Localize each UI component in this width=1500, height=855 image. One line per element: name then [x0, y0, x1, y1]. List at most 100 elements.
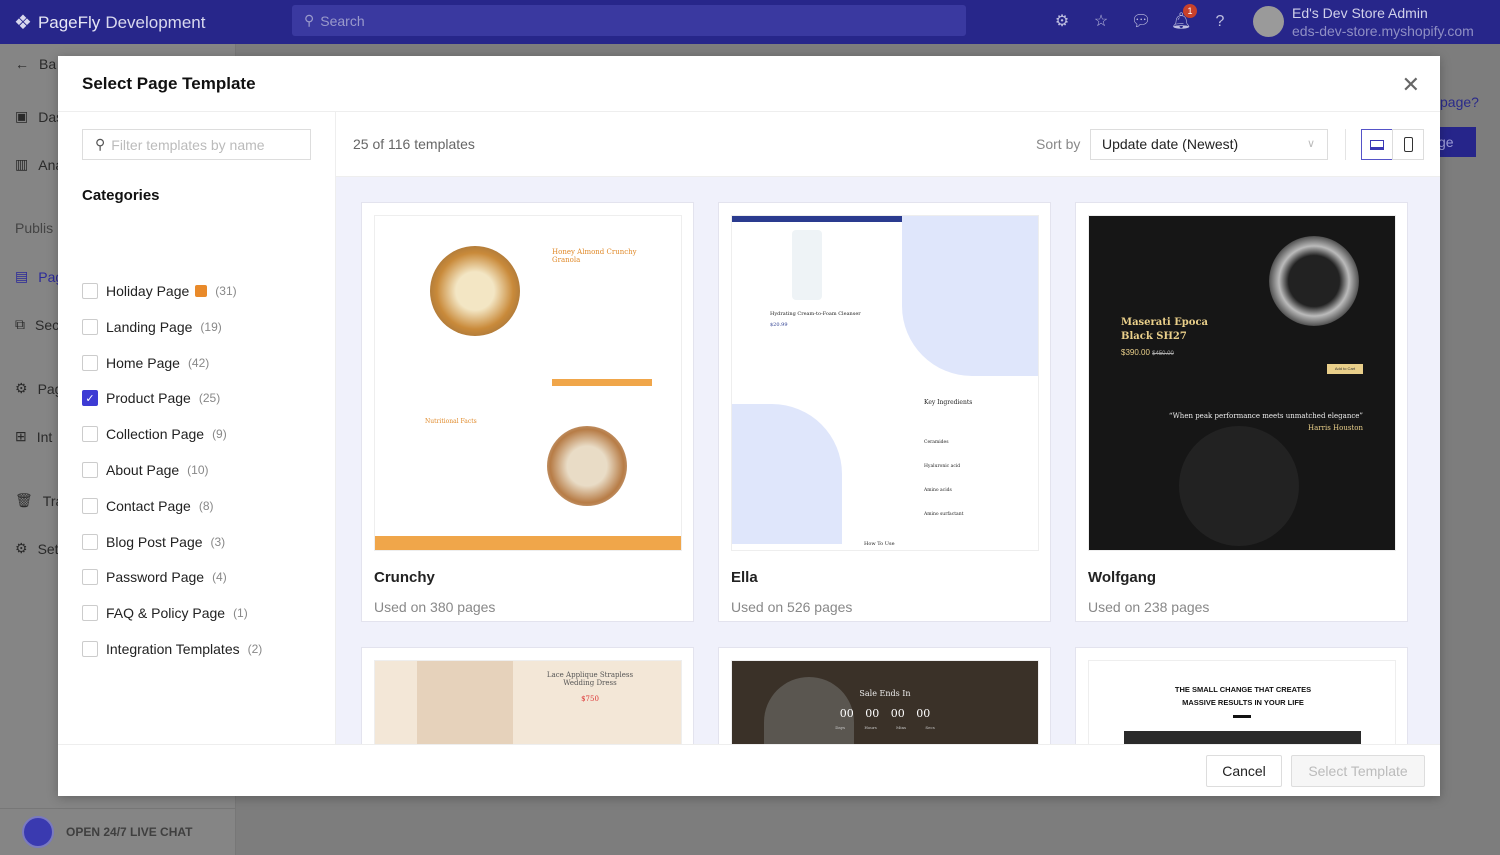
avatar[interactable]	[1253, 6, 1284, 37]
mascot-icon	[22, 816, 54, 848]
checkbox[interactable]	[82, 497, 98, 514]
sidebar-section-label: Publis	[15, 220, 53, 236]
select-template-button[interactable]: Select Template	[1291, 755, 1425, 787]
category-count: (19)	[200, 319, 222, 334]
brand-logo[interactable]: ❖ PageFly Development	[14, 10, 205, 35]
help-icon[interactable]: ?	[1210, 12, 1230, 32]
template-card[interactable]: Lace Applique Strapless Wedding Dress $7…	[361, 647, 694, 744]
sidebar-item-sections[interactable]: ⧉ Sec	[15, 316, 59, 333]
template-thumbnail: THE SMALL CHANGE THAT CREATES MASSIVE RE…	[1088, 660, 1396, 744]
bowl-image	[547, 426, 627, 506]
template-grid: Honey Almond Crunchy Granola Nutritional…	[336, 177, 1440, 744]
checkbox[interactable]	[82, 533, 98, 550]
template-usage: Used on 238 pages	[1088, 599, 1210, 615]
checkbox[interactable]	[82, 354, 98, 371]
sidebar-item-dashboard[interactable]: ▣ Das	[15, 108, 63, 125]
sidebar-item-integrations[interactable]: ⊞ Int	[15, 428, 52, 445]
category-label: Blog Post Page	[106, 533, 203, 550]
thumb-ingredients: Ceramides Hyaluronic acid Amino acids Am…	[924, 431, 963, 527]
back-link[interactable]: ← Ba	[15, 56, 56, 72]
category-item[interactable]: Contact Page (8)	[82, 497, 214, 514]
sidebar-item-settings[interactable]: ⚙ Set	[15, 540, 59, 557]
search-placeholder: Search	[320, 12, 365, 29]
star-icon[interactable]: ☆	[1091, 12, 1111, 32]
thumb-title: Sale Ends In	[859, 689, 911, 698]
watch-image	[1269, 236, 1359, 326]
checkbox[interactable]	[82, 318, 98, 335]
desktop-view-button[interactable]	[1361, 129, 1393, 160]
thumb-old-price: $450.00	[1152, 351, 1174, 357]
category-item[interactable]: Blog Post Page (3)	[82, 533, 225, 550]
category-label: Home Page	[106, 354, 180, 371]
label: Set	[37, 540, 59, 557]
category-item[interactable]: Integration Templates (2)	[82, 641, 262, 657]
help-link[interactable]: page?	[1440, 94, 1479, 110]
user-menu[interactable]: Ed's Dev Store Admin eds-dev-store.mysho…	[1292, 4, 1474, 40]
category-item[interactable]: Password Page (4)	[82, 569, 227, 586]
checkbox[interactable]	[82, 462, 98, 478]
template-card-crunchy[interactable]: Honey Almond Crunchy Granola Nutritional…	[361, 202, 694, 622]
modal-footer: Cancel Select Template	[58, 744, 1440, 796]
chat-icon[interactable]: 💬︎	[1131, 12, 1151, 32]
checkbox[interactable]	[82, 569, 98, 586]
template-name: Ella	[731, 569, 758, 586]
label: Sec	[35, 316, 60, 333]
video-image	[1124, 731, 1361, 744]
category-count: (4)	[212, 570, 227, 585]
live-chat-button[interactable]: OPEN 24/7 LIVE CHAT	[0, 808, 236, 855]
grid-toolbar: 25 of 116 templates Sort by Update date …	[336, 112, 1440, 177]
sidebar-item-page-settings[interactable]: ⚙ Pag	[15, 380, 62, 397]
category-item[interactable]: Landing Page (19)	[82, 318, 222, 335]
template-thumbnail: Lace Applique Strapless Wedding Dress $7…	[374, 660, 682, 744]
category-item[interactable]: Holiday Page (31)	[82, 283, 237, 299]
cancel-button[interactable]: Cancel	[1206, 755, 1282, 787]
template-card-ella[interactable]: Hydrating Cream-to-Foam Cleanser $20.99 …	[718, 202, 1051, 622]
brand-suffix: Development	[105, 12, 206, 32]
thumb-title: Lace Applique Strapless Wedding Dress	[546, 671, 634, 687]
thumb-section: Nutritional Facts	[425, 418, 477, 425]
page-icon: ▤	[15, 268, 29, 284]
global-search[interactable]: ⚲ Search	[292, 5, 966, 36]
sections-icon: ⧉	[15, 316, 25, 332]
checkbox[interactable]	[82, 605, 98, 622]
trash-icon: 🗑︎	[15, 492, 33, 508]
category-count: (10)	[187, 463, 209, 477]
template-card[interactable]: Sale Ends In 00 00 00 00 Days Hours Mins…	[718, 647, 1051, 744]
settings-icon[interactable]: ⚙	[1052, 12, 1072, 32]
checkbox[interactable]	[82, 641, 98, 657]
timer-hours: 00	[865, 707, 880, 720]
search-icon: ⚲	[95, 136, 106, 152]
sidebar-item-trash[interactable]: 🗑︎ Tra	[15, 492, 63, 509]
divider	[1233, 715, 1251, 718]
sidebar-item-pages[interactable]: ▤ Pag	[15, 268, 63, 285]
watch-image	[1179, 426, 1299, 546]
thumb-quote: “When peak performance meets unmatched e…	[1168, 412, 1363, 420]
checkbox[interactable]	[82, 283, 98, 299]
category-item[interactable]: ✓ Product Page (25)	[82, 390, 220, 407]
category-item[interactable]: Collection Page (9)	[82, 426, 227, 443]
sort-select[interactable]: Update date (Newest) ∨	[1090, 129, 1328, 160]
category-item[interactable]: About Page (10)	[82, 462, 209, 478]
categories-heading: Categories	[82, 187, 160, 204]
category-item[interactable]: Home Page (42)	[82, 354, 209, 371]
template-card[interactable]: THE SMALL CHANGE THAT CREATES MASSIVE RE…	[1075, 647, 1408, 744]
category-item[interactable]: FAQ & Policy Page (1)	[82, 605, 248, 622]
template-card-wolfgang[interactable]: Maserati Epoca Black SH27 $390.00 $450.0…	[1075, 202, 1408, 622]
thumb-footer: How To Use	[864, 541, 895, 547]
sort-label: Sort by	[1036, 136, 1081, 152]
countdown: 00 00 00 00	[732, 707, 1038, 720]
close-icon[interactable]: ✕	[1402, 72, 1420, 98]
checkbox[interactable]	[82, 426, 98, 443]
filter-input[interactable]: ⚲	[82, 129, 311, 160]
thumb-price: $20.99	[770, 322, 788, 328]
sidebar-item-analytics[interactable]: ▥ Ana	[15, 156, 63, 173]
label: Int	[36, 428, 53, 445]
chevron-down-icon: ∨	[1306, 138, 1315, 150]
checkbox[interactable]: ✓	[82, 390, 98, 407]
category-label: FAQ & Policy Page	[106, 605, 226, 622]
label: Publis	[15, 220, 54, 236]
scrollbar[interactable]	[1430, 177, 1440, 744]
thumb-cta: Add to Cart	[1327, 364, 1363, 374]
mobile-view-button[interactable]	[1392, 129, 1424, 160]
filter-field[interactable]	[111, 136, 302, 153]
